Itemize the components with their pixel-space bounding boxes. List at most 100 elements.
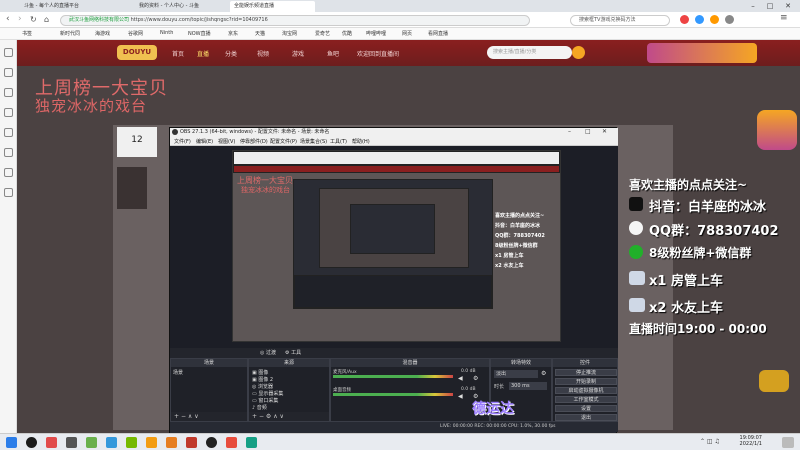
nav-yuba[interactable]: 鱼吧 <box>327 49 339 58</box>
forward-icon[interactable]: › <box>18 14 22 24</box>
app-icon[interactable] <box>46 437 57 448</box>
chat-icon[interactable] <box>4 148 13 157</box>
bookmark-item[interactable]: Ninth <box>160 30 173 36</box>
nav-category[interactable]: 分类 <box>225 49 237 58</box>
favorites-icon[interactable] <box>4 48 13 57</box>
bookmark-item[interactable]: 网页 <box>402 30 412 37</box>
gear-icon[interactable]: ⚙ <box>473 375 478 382</box>
nav-welcome[interactable]: 欢迎回到直播间 <box>357 49 399 58</box>
weibo-icon[interactable] <box>4 108 13 117</box>
menu-tools[interactable]: 工具(T) <box>330 138 347 145</box>
extension-icon[interactable] <box>695 15 704 24</box>
obs-icon[interactable] <box>206 437 217 448</box>
start-recording-button[interactable]: 开始录制 <box>555 378 617 385</box>
up-icon[interactable]: ∧ <box>188 413 192 420</box>
app-icon[interactable] <box>186 437 197 448</box>
game-icon[interactable] <box>4 88 13 97</box>
close-icon[interactable]: ✕ <box>780 0 796 12</box>
down-icon[interactable]: ∨ <box>280 413 284 420</box>
mail-icon[interactable] <box>4 168 13 177</box>
maximize-icon[interactable]: □ <box>585 128 591 135</box>
bookmark-item[interactable]: 海游戏 <box>95 30 110 37</box>
source-item[interactable]: ▭ 窗口采集 <box>252 397 322 404</box>
app-icon[interactable] <box>166 437 177 448</box>
address-bar[interactable]: 武汉斗鱼网络科技有限公司 https://www.douyu.com/topic… <box>60 15 530 26</box>
gear-icon[interactable]: ⚙ <box>541 370 546 377</box>
minimize-icon[interactable]: – <box>745 0 761 12</box>
bookmark-item[interactable]: 看网直播 <box>428 30 448 37</box>
remove-icon[interactable]: − <box>259 413 264 420</box>
nvidia-icon[interactable] <box>126 437 137 448</box>
bookmark-item[interactable]: 爱奇艺 <box>315 30 330 37</box>
browser-tab-active[interactable]: 全能娱乐频道直播 <box>230 1 315 12</box>
menu-file[interactable]: 文件(F) <box>174 138 191 145</box>
source-item[interactable]: ▣ 图像 <box>252 369 322 376</box>
bookmark-item[interactable]: NOW直播 <box>188 30 211 37</box>
up-icon[interactable]: ∧ <box>273 413 277 420</box>
maximize-icon[interactable]: □ <box>762 0 778 12</box>
bookmark-item[interactable]: 天猫 <box>255 30 265 37</box>
nav-home[interactable]: 首页 <box>172 49 184 58</box>
close-icon[interactable]: ✕ <box>602 128 607 135</box>
app-icon[interactable] <box>66 437 77 448</box>
exit-button[interactable]: 退出 <box>555 414 617 421</box>
scene-item[interactable]: 场景 <box>173 369 183 376</box>
bookmark-item[interactable]: 新时代同 <box>60 30 80 37</box>
wechat-icon[interactable] <box>86 437 97 448</box>
extension-icon[interactable] <box>680 15 689 24</box>
speaker-icon[interactable]: ◀ <box>458 375 463 382</box>
transition-tab[interactable]: ◎ 过渡 <box>260 349 276 356</box>
browser-tab[interactable]: 斗鱼 - 每个人的直播平台 <box>20 1 90 12</box>
menu-scene-collection[interactable]: 场景集合(S) <box>300 138 327 145</box>
nav-video[interactable]: 视频 <box>257 49 269 58</box>
tray-icons[interactable]: ⌃ ◫ ♫ <box>700 438 720 445</box>
source-item[interactable]: ♪ 音频 <box>252 404 322 411</box>
browser-search-input[interactable]: 搜索框TV游戏兑换码方法 <box>570 15 670 26</box>
remove-icon[interactable]: − <box>181 413 186 420</box>
gear-icon[interactable]: ⚙ <box>266 413 271 420</box>
site-search-input[interactable]: 搜索主播/直播/分类 <box>487 46 572 59</box>
minimize-icon[interactable]: – <box>568 128 571 135</box>
source-item[interactable]: ▣ 图像 2 <box>252 376 322 383</box>
refresh-icon[interactable]: ↻ <box>30 15 37 24</box>
notes-icon[interactable] <box>4 188 13 197</box>
transition-select[interactable]: 淡出 <box>494 370 538 378</box>
nav-live[interactable]: 直播 <box>197 49 209 58</box>
tray-clock[interactable]: 19:09:07 2022/1/1 <box>740 435 762 447</box>
duration-input[interactable]: 300 ms <box>509 382 547 390</box>
start-icon[interactable] <box>6 437 17 448</box>
menu-view[interactable]: 视图(V) <box>218 138 235 145</box>
event-badge[interactable] <box>757 110 797 150</box>
tools-tab[interactable]: ⚙ 工具 <box>285 349 301 356</box>
history-icon[interactable] <box>4 68 13 77</box>
extension-icon[interactable] <box>710 15 719 24</box>
app-icon[interactable] <box>106 437 117 448</box>
obs-preview[interactable]: 上周榜一大宝贝 独宠冰冰的戏台 喜欢主播的点点关注~ 抖音：白羊座的冰冰 QQ群… <box>232 150 561 342</box>
menu-edit[interactable]: 编辑(E) <box>196 138 213 145</box>
site-logo[interactable]: DOUYU <box>117 45 157 60</box>
shop-icon[interactable] <box>4 128 13 137</box>
nav-games[interactable]: 游戏 <box>292 49 304 58</box>
menu-icon[interactable]: ≡ <box>780 13 788 23</box>
app-icon[interactable] <box>226 437 237 448</box>
app-icon[interactable] <box>146 437 157 448</box>
bookmark-item[interactable]: 淘宝网 <box>282 30 297 37</box>
source-item[interactable]: ▭ 显示器采集 <box>252 390 322 397</box>
notification-icon[interactable] <box>782 437 794 448</box>
extension-icon[interactable] <box>725 15 734 24</box>
thumbnail[interactable] <box>117 167 147 209</box>
bookmark-item[interactable]: 书签 <box>22 30 32 37</box>
speaker-icon[interactable]: ◀ <box>458 393 463 400</box>
down-icon[interactable]: ∨ <box>194 413 198 420</box>
bookmark-item[interactable]: 谷歌网 <box>128 30 143 37</box>
home-icon[interactable]: ⌂ <box>44 15 49 24</box>
promo-banner[interactable] <box>647 43 757 63</box>
menu-help[interactable]: 帮助(H) <box>352 138 370 145</box>
search-icon[interactable] <box>572 46 585 59</box>
bookmark-item[interactable]: 京东 <box>228 30 238 37</box>
menu-docks[interactable]: 停靠部件(D) <box>240 138 268 145</box>
steam-icon[interactable] <box>26 437 37 448</box>
stop-streaming-button[interactable]: 停止推流 <box>555 369 617 376</box>
back-icon[interactable]: ‹ <box>6 14 10 24</box>
browser-tab[interactable]: 我的资料 - 个人中心 - 斗鱼 <box>135 1 205 12</box>
